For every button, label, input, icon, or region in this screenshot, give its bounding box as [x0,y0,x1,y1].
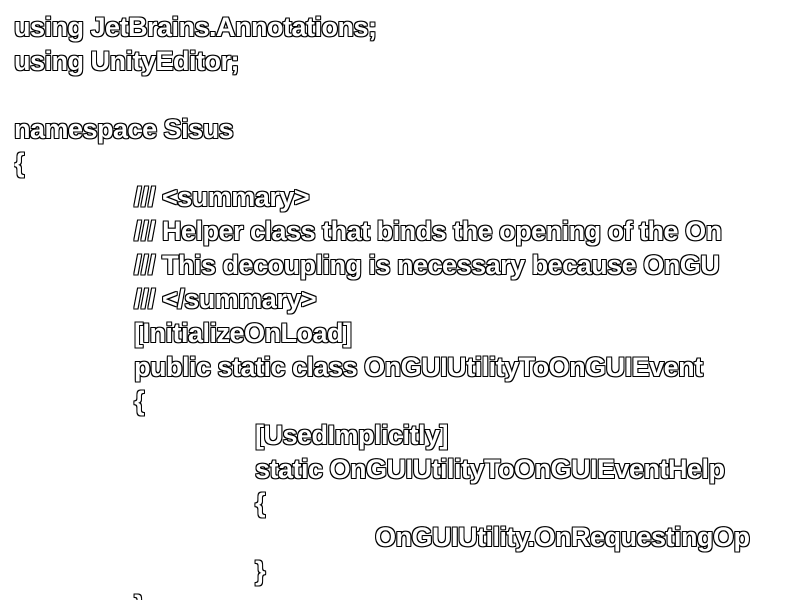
code-line-5: { [14,148,25,178]
code-line-18: } [134,588,145,600]
code-line-14: static OnGUIUtilityToOnGUIEventHelp [255,454,725,484]
code-line-1: using JetBrains.Annotations; [14,12,377,42]
code-line-15: { [255,488,266,518]
code-line-4: namespace Sisus [14,114,234,144]
code-line-10: [InitializeOnLoad] [134,318,352,348]
code-line-7: /// Helper class that binds the opening … [134,216,722,246]
code-line-8: /// This decoupling is necessary because… [134,250,720,280]
code-line-17: } [255,556,266,586]
code-view: using JetBrains.Annotations; using Unity… [14,10,800,600]
code-line-11: public static class OnGUIUtilityToOnGUIE… [134,352,703,382]
code-line-2: using UnityEditor; [14,46,239,76]
code-line-16: OnGUIUtility.OnRequestingOp [375,522,750,552]
code-line-6: /// <summary> [134,182,310,212]
code-line-13: [UsedImplicitly] [255,420,449,450]
code-line-12: { [134,386,145,416]
code-line-9: /// </summary> [134,284,317,314]
